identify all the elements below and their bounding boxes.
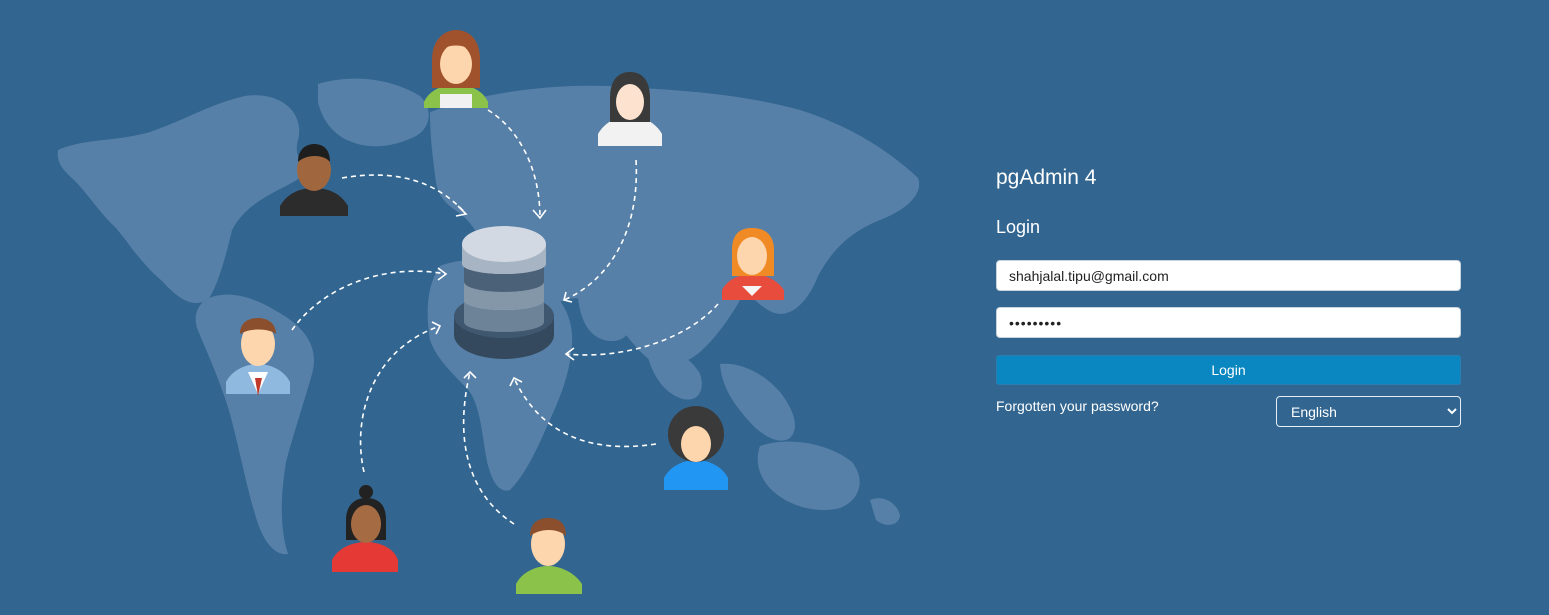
email-field[interactable] <box>996 260 1461 291</box>
login-button[interactable]: Login <box>996 355 1461 385</box>
user-avatar-icon <box>424 30 488 108</box>
forgot-password-link[interactable]: Forgotten your password? <box>996 398 1159 414</box>
login-heading: Login <box>996 217 1041 237</box>
login-panel: pgAdmin 4 Login Login Forgotten your pas… <box>996 164 1461 428</box>
language-select[interactable]: English <box>1276 396 1461 427</box>
database-icon <box>454 226 554 359</box>
login-page: pgAdmin 4 Login Login Forgotten your pas… <box>0 0 1549 615</box>
app-title: pgAdmin 4 <box>996 166 1097 189</box>
network-illustration <box>57 30 920 594</box>
user-avatar-icon <box>332 485 398 572</box>
password-field[interactable] <box>996 307 1461 338</box>
user-avatar-icon <box>516 518 582 594</box>
user-avatar-icon <box>664 406 728 490</box>
login-footer-row: Forgotten your password? English <box>996 396 1461 428</box>
